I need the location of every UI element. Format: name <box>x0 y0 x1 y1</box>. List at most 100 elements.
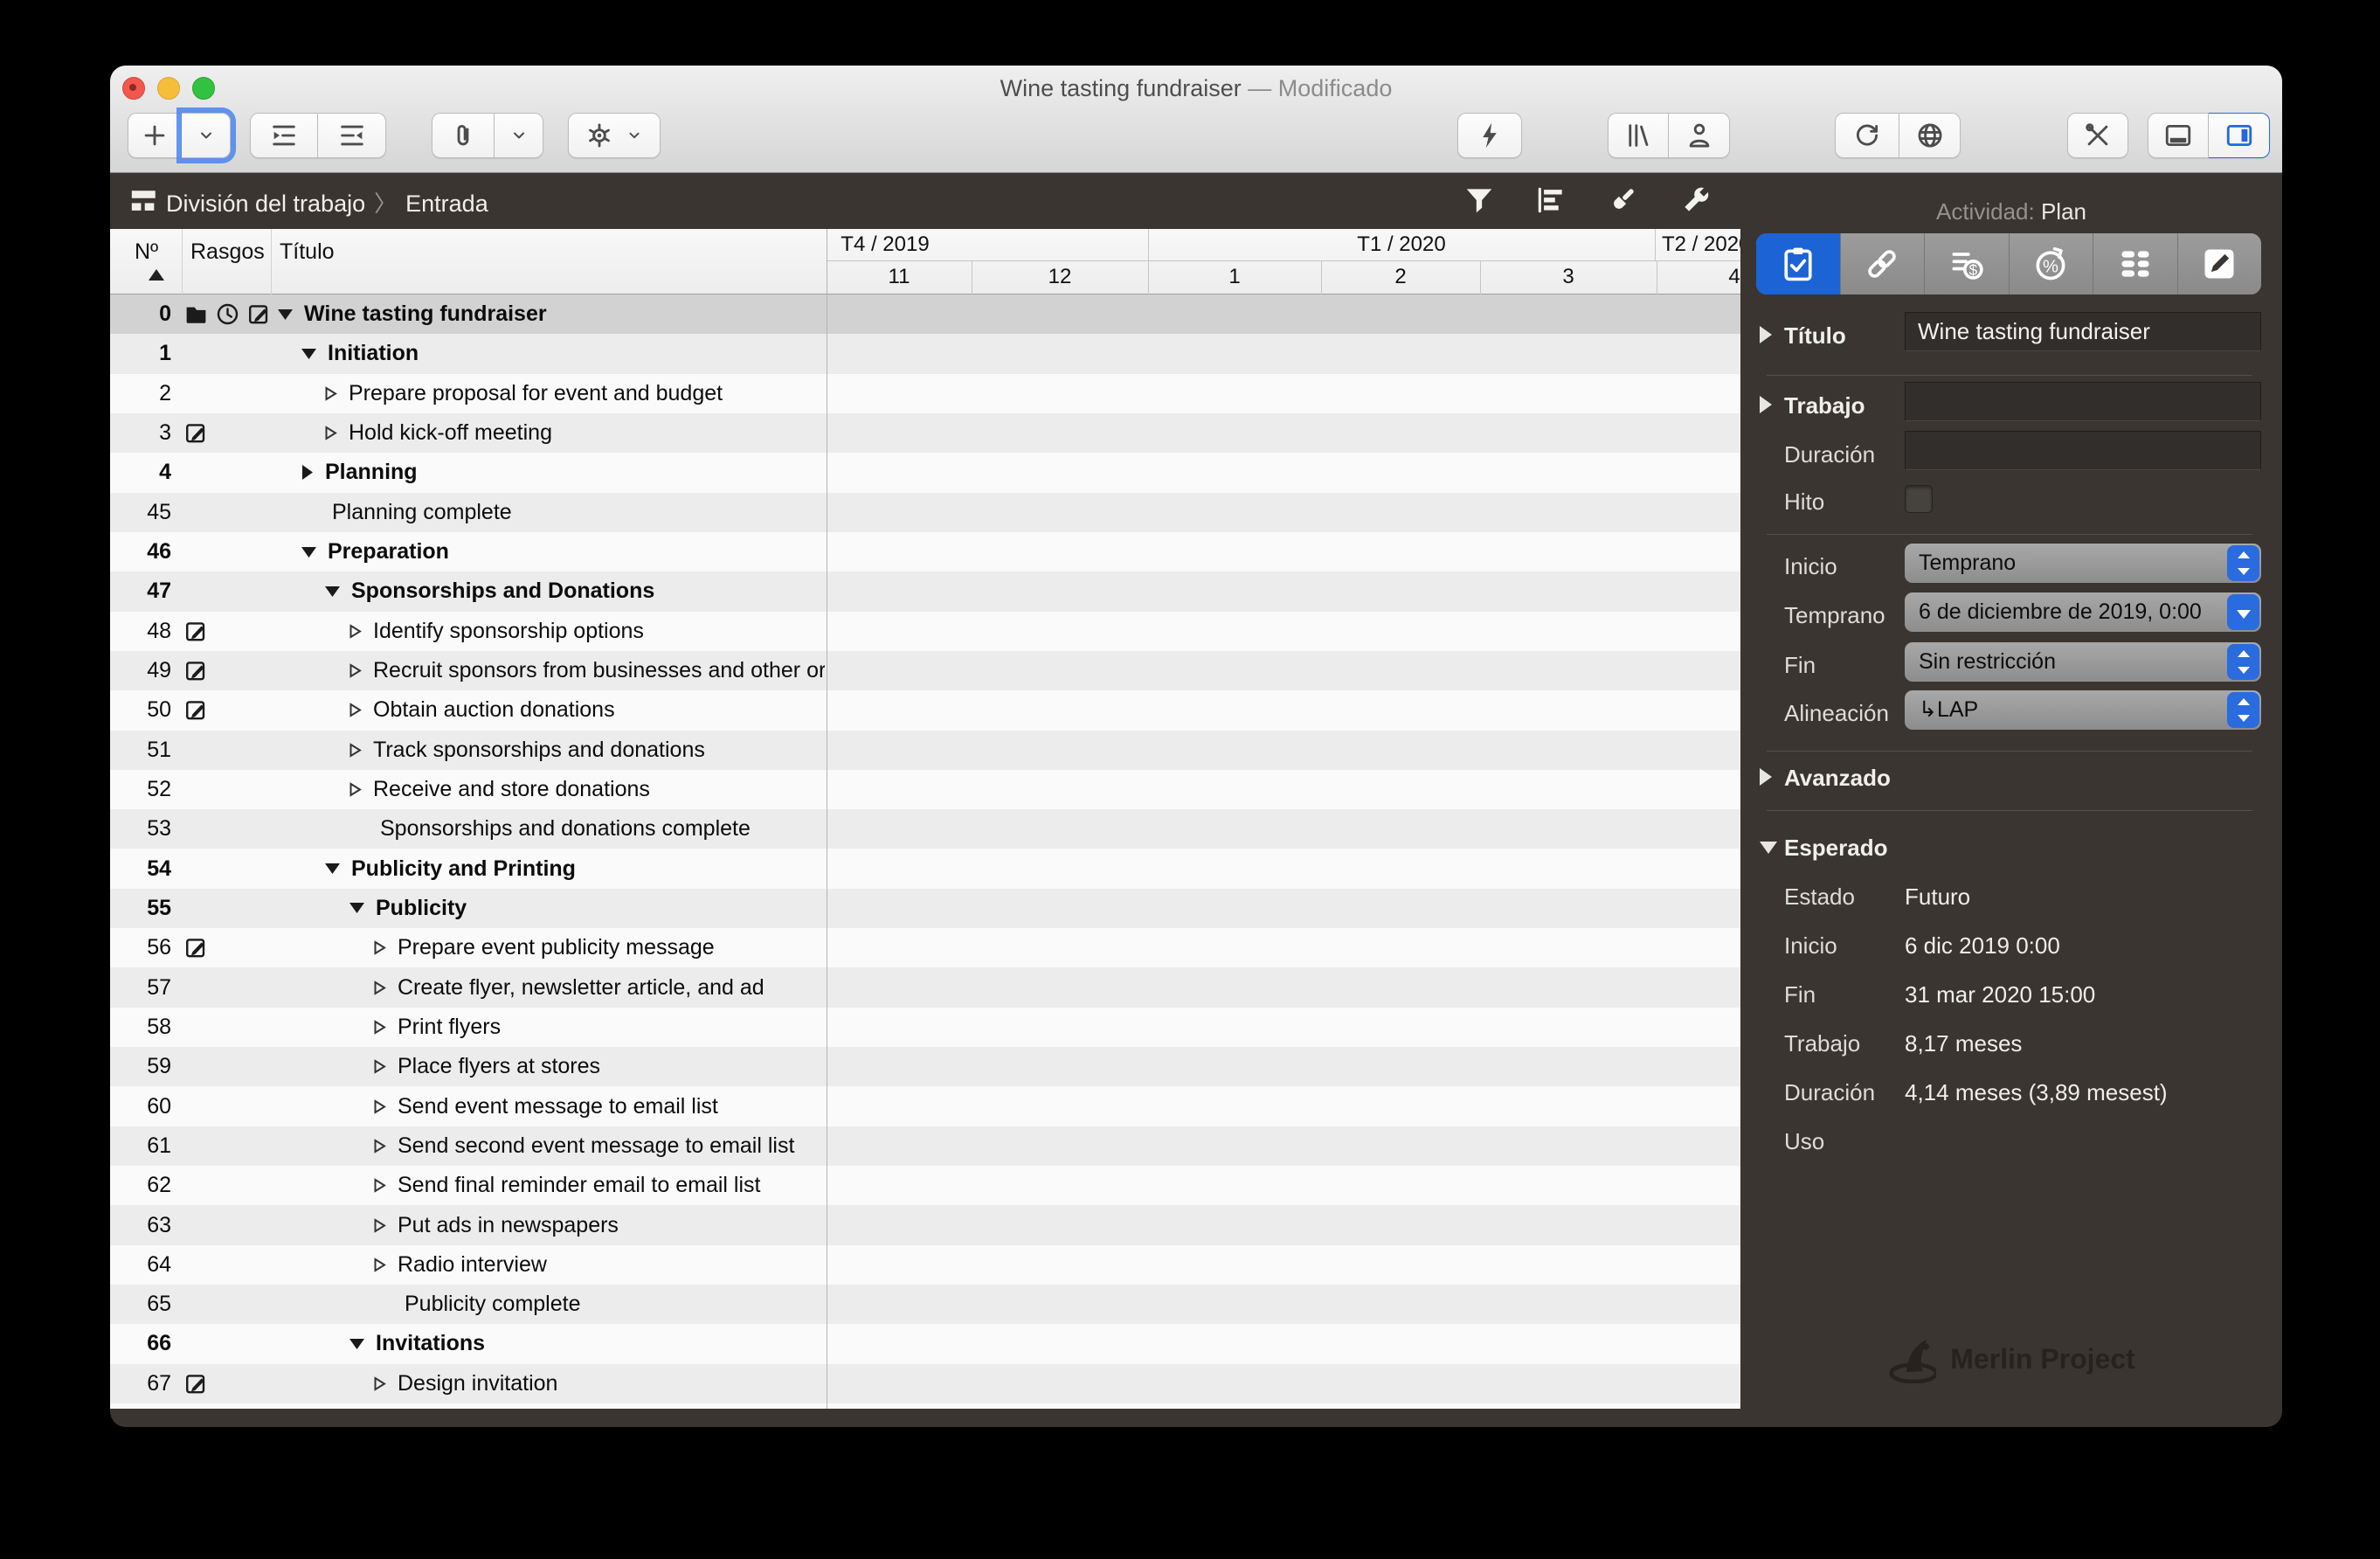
task-title[interactable]: Planning complete <box>332 500 825 525</box>
toolbar-library-button[interactable] <box>1608 113 1669 158</box>
task-title[interactable]: Invitations <box>349 1331 825 1356</box>
row-number: 62 <box>147 1173 171 1198</box>
outline-list-icon[interactable] <box>1534 184 1573 218</box>
task-title[interactable]: Sponsorships and donations complete <box>380 816 825 842</box>
alineacion-popup[interactable]: ↳LAP <box>1905 690 2261 730</box>
task-title[interactable]: Sponsorships and Donations <box>325 579 825 604</box>
settings-wrench-icon[interactable] <box>1679 184 1718 218</box>
column-header-num[interactable]: Nº <box>135 239 158 265</box>
task-title[interactable]: Prepare proposal for event and budget <box>325 381 825 406</box>
fin-popup[interactable]: Sin restricción <box>1905 642 2261 682</box>
leaf-triangle-icon[interactable] <box>349 703 362 718</box>
leaf-triangle-icon[interactable] <box>374 980 386 995</box>
toolbar-panel-bottom-button[interactable] <box>2148 113 2209 158</box>
disclosure-icon[interactable] <box>1760 768 1772 786</box>
leaf-triangle-icon[interactable] <box>349 663 362 678</box>
task-title[interactable]: Send final reminder email to email list <box>374 1173 825 1198</box>
leaf-triangle-icon[interactable] <box>374 1059 386 1075</box>
expanded-triangle-icon[interactable] <box>278 308 293 321</box>
toolbar-add-chevron-button[interactable] <box>182 113 231 158</box>
inspector-tab-cost-list[interactable]: $ <box>1925 233 2010 294</box>
task-title[interactable]: Wine tasting fundraiser <box>278 301 825 327</box>
leaf-triangle-icon[interactable] <box>374 940 386 956</box>
toolbar-outdent-button[interactable] <box>318 113 386 158</box>
avanzado-section[interactable]: Avanzado <box>1784 765 1891 792</box>
task-title[interactable]: Place flyers at stores <box>374 1054 825 1079</box>
task-title[interactable]: Hold kick-off meeting <box>325 420 825 446</box>
leaf-triangle-icon[interactable] <box>374 1375 386 1391</box>
timeline-quarters[interactable]: T4 / 2019 T1 / 2020 T2 / 2020 <box>827 229 1740 261</box>
format-brush-icon[interactable] <box>1606 184 1644 218</box>
titulo-field[interactable]: Wine tasting fundraiser <box>1905 312 2261 351</box>
expanded-triangle-icon[interactable] <box>325 863 340 875</box>
hito-checkbox[interactable] <box>1905 485 1933 513</box>
trabajo-field[interactable] <box>1905 382 2261 421</box>
task-title[interactable]: Preparation <box>301 539 825 565</box>
task-title[interactable]: Radio interview <box>374 1252 825 1278</box>
task-title[interactable]: Publicity and Printing <box>325 856 825 882</box>
inspector-tab-percent-clock[interactable]: % <box>2009 233 2093 294</box>
expanded-triangle-icon[interactable] <box>349 1338 364 1350</box>
collapsed-triangle-icon[interactable] <box>301 465 314 481</box>
task-title[interactable]: Receive and store donations <box>349 777 825 802</box>
toolbar-resources-person-button[interactable] <box>1669 113 1730 158</box>
inspector-tab-clipboard-check[interactable] <box>1756 233 1841 294</box>
task-title[interactable]: Put ads in newspapers <box>374 1213 825 1238</box>
toolbar-actions-lightning-button[interactable] <box>1457 113 1522 158</box>
leaf-triangle-icon[interactable] <box>374 1098 386 1114</box>
leaf-triangle-icon[interactable] <box>374 1258 386 1272</box>
disclosure-icon[interactable] <box>1760 326 1772 343</box>
toolbar-tools-button[interactable] <box>2067 113 2128 158</box>
table-row[interactable] <box>110 1403 1740 1409</box>
task-title[interactable]: Print flyers <box>374 1015 825 1040</box>
task-title[interactable]: Create flyer, newsletter article, and ad <box>374 975 825 1001</box>
task-title[interactable]: Publicity <box>349 896 825 921</box>
toolbar-indent-button[interactable] <box>250 113 318 158</box>
leaf-triangle-icon[interactable] <box>374 1139 386 1154</box>
task-title[interactable]: Obtain auction donations <box>349 697 825 723</box>
inspector-tab-pencil[interactable] <box>2177 233 2261 294</box>
expanded-triangle-icon[interactable] <box>325 585 340 598</box>
leaf-triangle-icon[interactable] <box>325 426 337 440</box>
esperado-section[interactable]: Esperado <box>1784 835 1888 862</box>
task-title[interactable]: Design invitation <box>374 1371 825 1396</box>
task-title[interactable]: Planning <box>301 460 825 485</box>
toolbar-attach-button[interactable] <box>432 113 495 158</box>
leaf-triangle-icon[interactable] <box>349 782 362 797</box>
leaf-triangle-icon[interactable] <box>325 385 337 401</box>
task-title[interactable]: Send event message to email list <box>374 1094 825 1119</box>
task-title[interactable]: Identify sponsorship options <box>349 619 825 644</box>
toolbar-sync-button[interactable] <box>1835 113 1899 158</box>
leaf-triangle-icon[interactable] <box>349 742 362 758</box>
filter-funnel-icon[interactable] <box>1463 184 1501 218</box>
duracion-field[interactable] <box>1905 431 2261 470</box>
inicio-popup[interactable]: Temprano <box>1905 544 2261 583</box>
task-title[interactable]: Publicity complete <box>405 1292 825 1317</box>
inspector-tab-field-list[interactable] <box>2093 233 2178 294</box>
toolbar-add-button[interactable] <box>128 113 182 158</box>
expanded-triangle-icon[interactable] <box>349 902 364 914</box>
toolbar-network-globe-button[interactable] <box>1899 113 1961 158</box>
toolbar-attach-chevron-button[interactable] <box>495 113 543 158</box>
column-header-title[interactable]: Título <box>280 239 335 265</box>
task-title[interactable]: Recruit sponsors from businesses and oth… <box>349 658 825 683</box>
leaf-triangle-icon[interactable] <box>349 623 362 639</box>
task-title[interactable]: Track sponsorships and donations <box>349 738 825 763</box>
task-title[interactable]: Initiation <box>301 341 825 366</box>
breadcrumb[interactable]: División del trabajo 〉 Entrada <box>166 186 488 218</box>
leaf-triangle-icon[interactable] <box>374 1217 386 1233</box>
inspector-tab-link[interactable] <box>1840 233 1925 294</box>
temprano-combo[interactable]: 6 de diciembre de 2019, 0:00 <box>1905 592 2261 632</box>
leaf-triangle-icon[interactable] <box>374 1020 386 1035</box>
timeline-months[interactable]: 11 12 1 2 3 4 <box>827 261 1740 294</box>
column-header-flags[interactable]: Rasgos <box>190 239 265 265</box>
leaf-triangle-icon[interactable] <box>374 1178 386 1193</box>
disclosure-icon[interactable] <box>1760 396 1772 413</box>
disclosure-open-icon[interactable] <box>1760 842 1777 854</box>
expanded-triangle-icon[interactable] <box>301 348 316 360</box>
toolbar-panel-right-button[interactable] <box>2209 113 2270 158</box>
task-title[interactable]: Send second event message to email list <box>374 1133 825 1159</box>
expanded-triangle-icon[interactable] <box>301 546 316 558</box>
task-title[interactable]: Prepare event publicity message <box>374 935 825 960</box>
toolbar-settings-gear-button[interactable] <box>568 113 661 158</box>
